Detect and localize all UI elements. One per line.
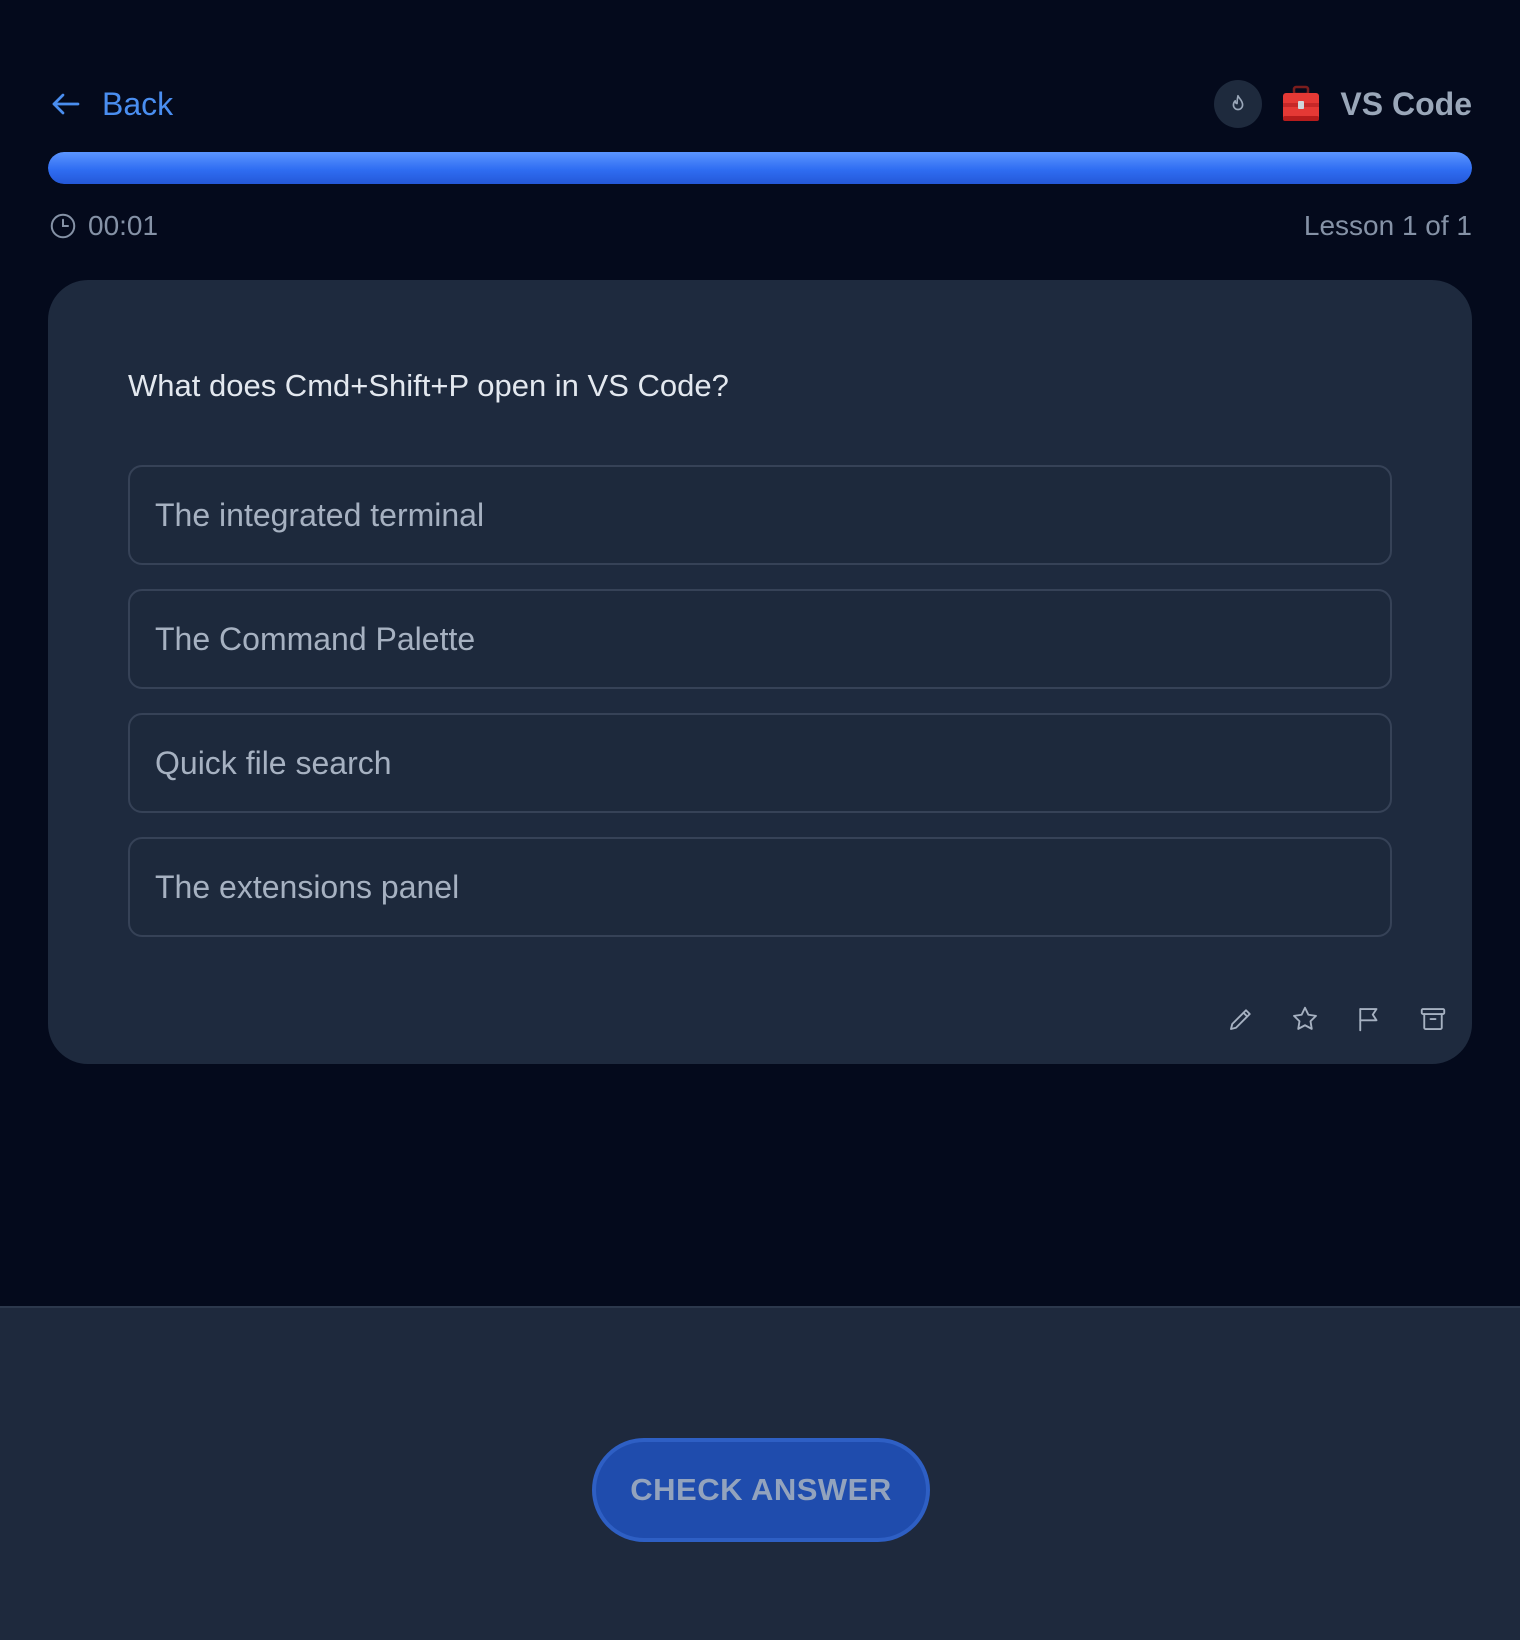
- pencil-icon: [1230, 1009, 1251, 1030]
- clock-icon: [50, 213, 76, 239]
- edit-button[interactable]: [1226, 1004, 1256, 1034]
- course-info: VS Code: [1214, 80, 1472, 128]
- favorite-button[interactable]: [1290, 1004, 1320, 1034]
- back-label: Back: [102, 85, 174, 122]
- answer-option[interactable]: The extensions panel: [128, 837, 1392, 937]
- question-text: What does Cmd+Shift+P open in VS Code?: [128, 368, 729, 403]
- lesson-meta: 00:01 Lesson 1 of 1: [48, 206, 1472, 246]
- bottom-bar: CHECK ANSWER: [0, 1306, 1520, 1640]
- archive-icon: [1420, 1008, 1446, 1030]
- answer-option[interactable]: The Command Palette: [128, 589, 1392, 689]
- lesson-counter: Lesson 1 of 1: [1303, 210, 1472, 241]
- back-button[interactable]: Back: [48, 86, 173, 123]
- progress-fill: [48, 152, 1472, 184]
- lesson-page: Back VS Code 00:01 Lesson 1 of 1 What do…: [0, 0, 1520, 1640]
- archive-button[interactable]: [1418, 1004, 1448, 1034]
- top-bar: Back VS Code: [48, 76, 1472, 132]
- report-button[interactable]: [1354, 1004, 1384, 1034]
- flag-icon: [1359, 1008, 1378, 1032]
- card-actions: [1226, 1004, 1448, 1034]
- timer-value: 00:01: [88, 210, 159, 241]
- timer: 00:01: [48, 210, 158, 242]
- toolbox-icon: [1280, 83, 1322, 125]
- streak-badge[interactable]: [1214, 80, 1263, 128]
- arrow-left-icon: [52, 93, 80, 115]
- answer-option[interactable]: Quick file search: [128, 713, 1392, 813]
- flame-icon: [1233, 94, 1244, 111]
- star-icon: [1293, 1006, 1317, 1030]
- check-answer-button[interactable]: CHECK ANSWER: [592, 1438, 930, 1542]
- answer-options: The integrated terminal The Command Pale…: [128, 465, 1392, 961]
- answer-option[interactable]: The integrated terminal: [128, 465, 1392, 565]
- course-title: VS Code: [1340, 85, 1472, 122]
- lesson-progress-bar: [48, 152, 1472, 184]
- question-card: What does Cmd+Shift+P open in VS Code? T…: [48, 280, 1472, 1064]
